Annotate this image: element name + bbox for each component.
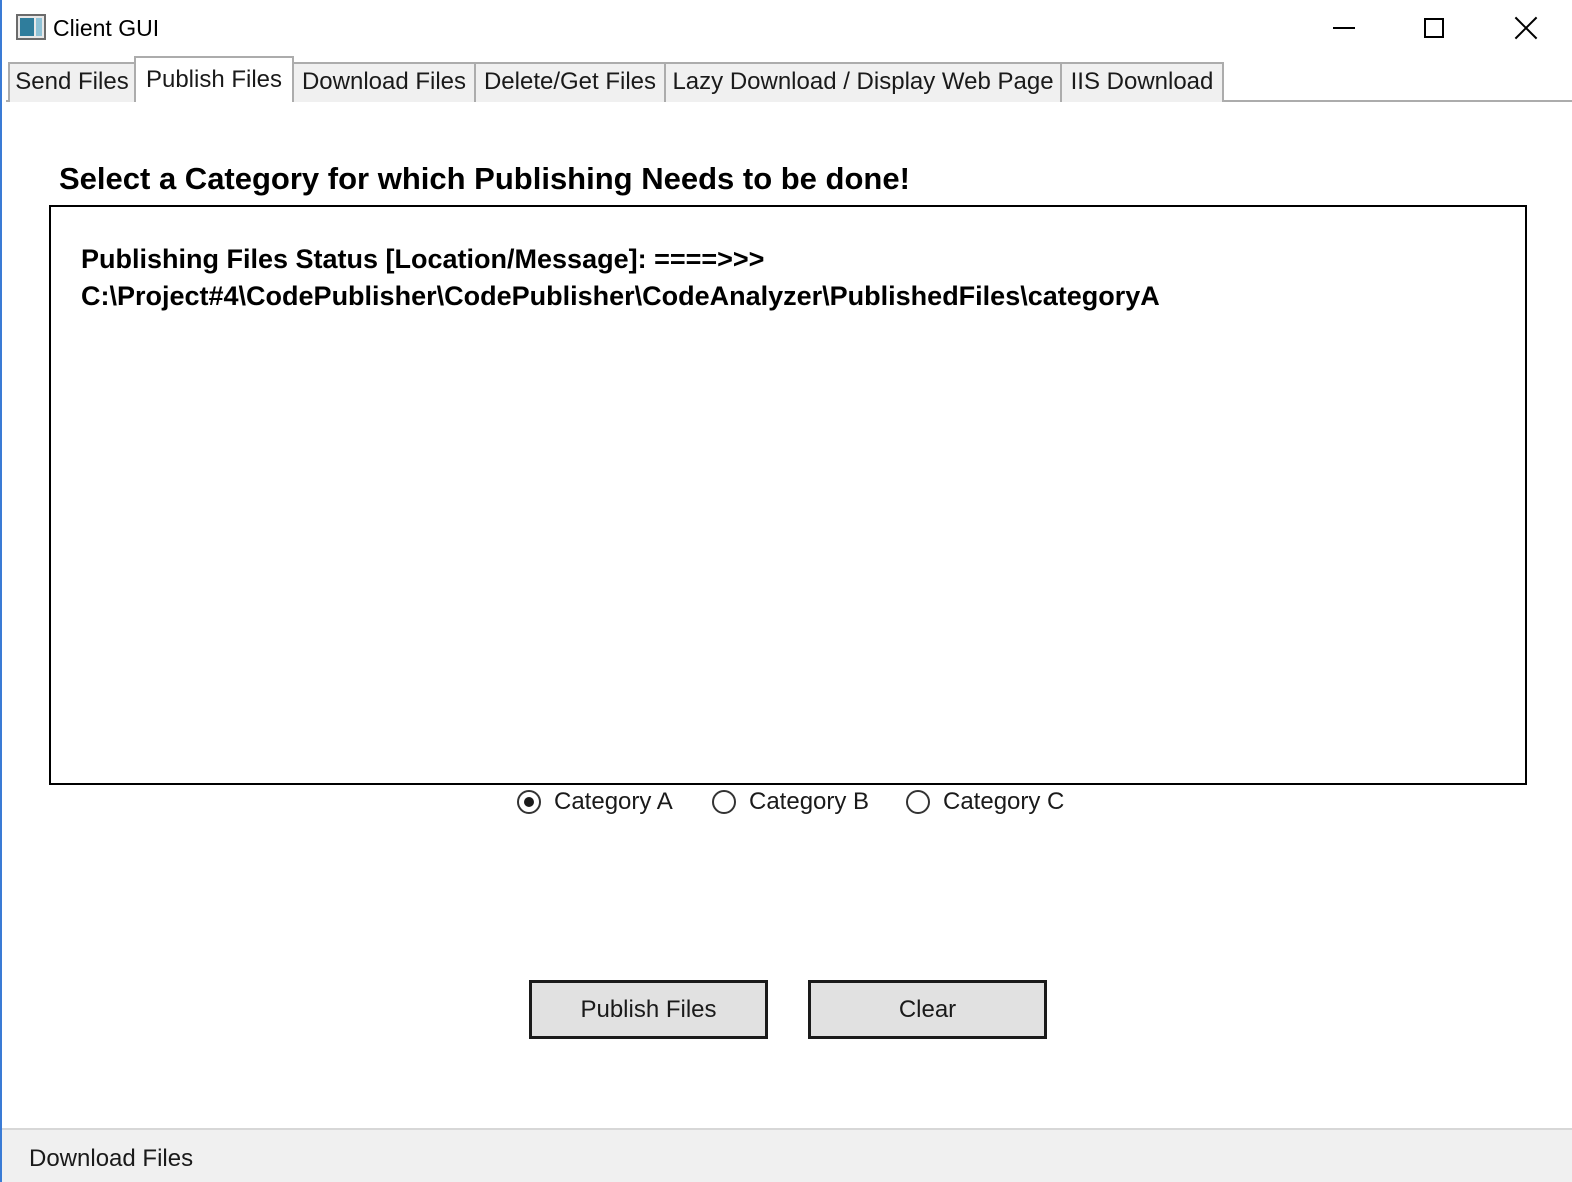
tab-publish-files[interactable]: Publish Files xyxy=(134,56,294,102)
close-icon xyxy=(1514,16,1538,40)
close-button[interactable] xyxy=(1480,0,1572,56)
status-line-path: C:\Project#4\CodePublisher\CodePublisher… xyxy=(81,281,1160,311)
status-bar-text: Download Files xyxy=(29,1145,194,1172)
page-heading: Select a Category for which Publishing N… xyxy=(59,161,910,196)
radio-label-category-c: Category C xyxy=(943,788,1065,815)
clear-button[interactable]: Clear xyxy=(808,980,1047,1039)
maximize-icon xyxy=(1424,18,1444,38)
app-icon xyxy=(16,14,46,40)
minimize-icon xyxy=(1333,27,1355,29)
maximize-button[interactable] xyxy=(1388,0,1480,56)
tab-download-files[interactable]: Download Files xyxy=(292,62,476,102)
radio-label-category-a: Category A xyxy=(554,788,673,815)
tab-strip: Send Files Publish Files Download Files … xyxy=(6,56,1572,102)
title-bar[interactable]: Client GUI xyxy=(2,0,1572,56)
radio-category-c[interactable]: Category C xyxy=(906,786,1064,818)
category-radio-group: Category A Category B Category C xyxy=(2,786,1572,818)
radio-category-a[interactable]: Category A xyxy=(517,786,673,818)
window-title: Client GUI xyxy=(53,15,160,41)
client-gui-window: Client GUI Send Files Publish Files Down… xyxy=(0,0,1572,1182)
radio-unchecked-icon[interactable] xyxy=(712,790,736,814)
tab-lazy-download[interactable]: Lazy Download / Display Web Page xyxy=(664,62,1062,102)
status-bar: Download Files xyxy=(2,1128,1572,1182)
radio-label-category-b: Category B xyxy=(749,788,870,815)
publish-status-box[interactable]: Publishing Files Status [Location/Messag… xyxy=(49,205,1527,785)
radio-checked-icon[interactable] xyxy=(517,790,541,814)
radio-unchecked-icon[interactable] xyxy=(906,790,930,814)
radio-category-b[interactable]: Category B xyxy=(712,786,869,818)
publish-files-button[interactable]: Publish Files xyxy=(529,980,768,1039)
status-line-message: Publishing Files Status [Location/Messag… xyxy=(81,244,765,274)
tab-send-files[interactable]: Send Files xyxy=(8,62,136,102)
minimize-button[interactable] xyxy=(1298,0,1390,56)
tab-iis-download[interactable]: IIS Download xyxy=(1060,62,1224,102)
tab-delete-get-files[interactable]: Delete/Get Files xyxy=(474,62,666,102)
